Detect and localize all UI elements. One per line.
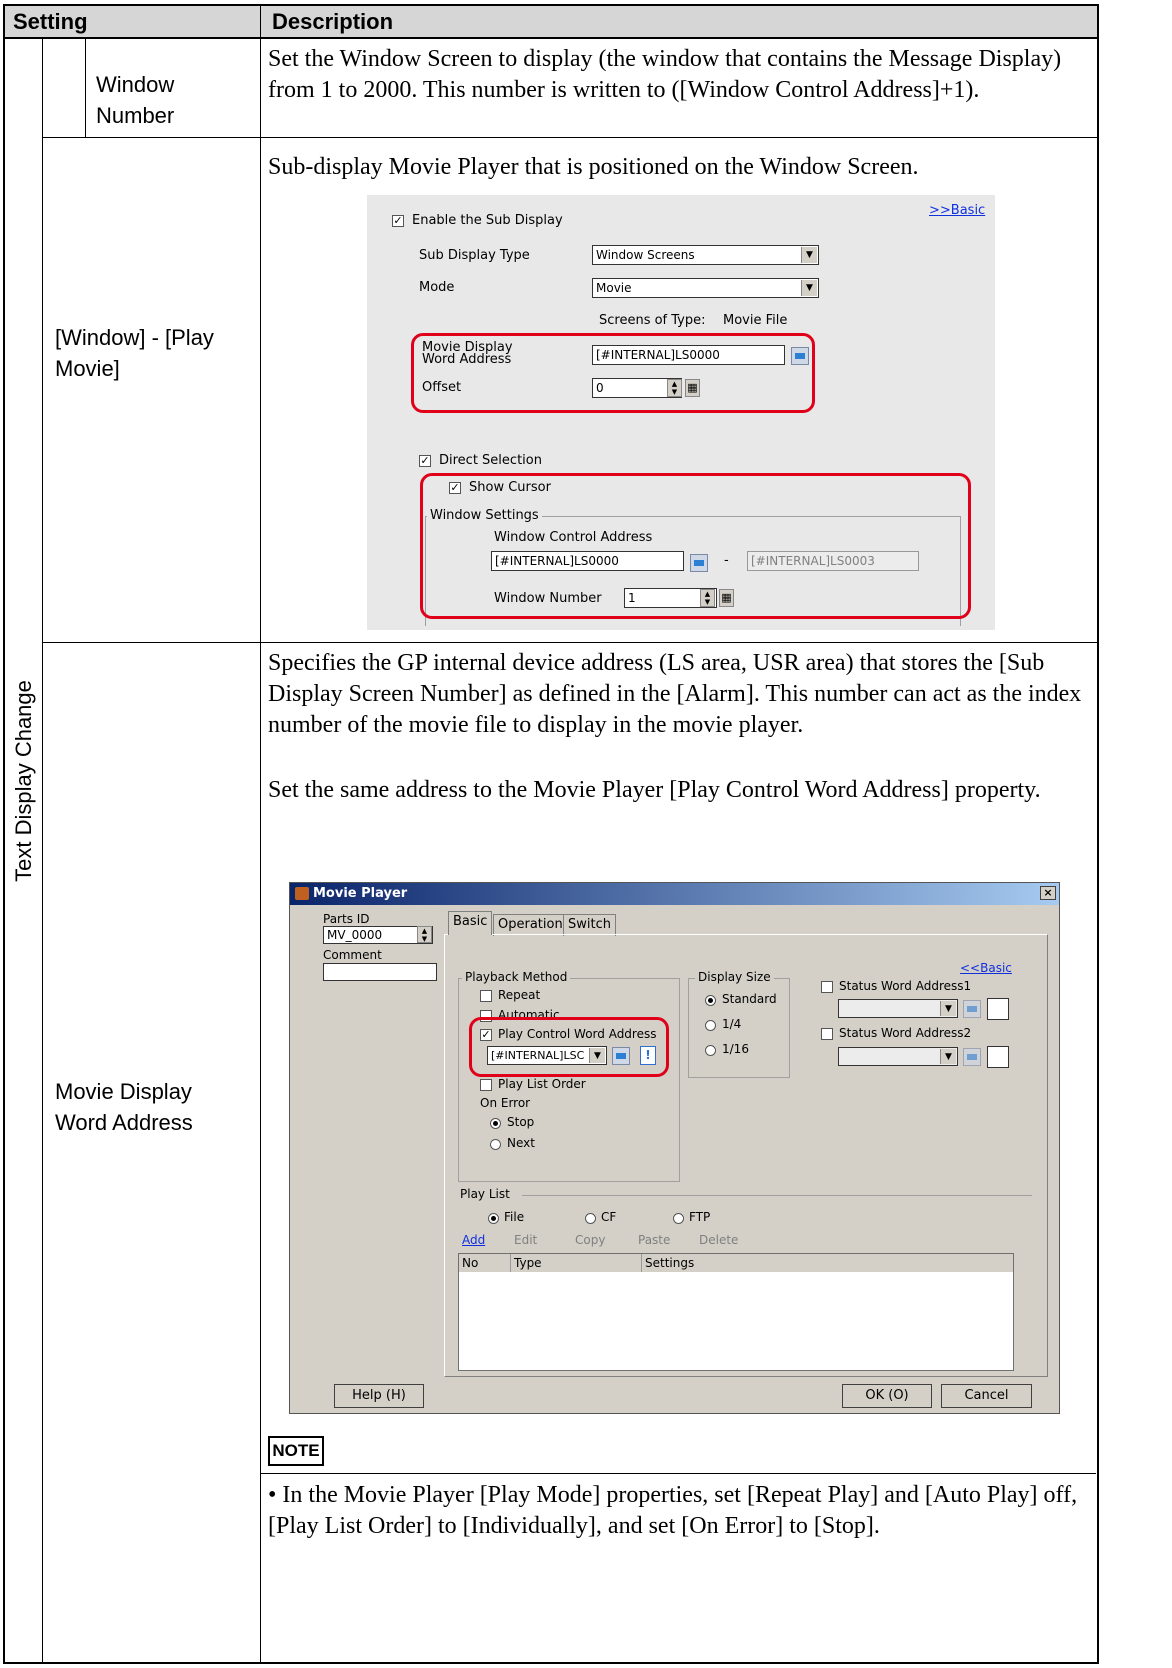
row-label-play-movie: [Window] - [Play Movie] (55, 325, 214, 381)
highlight-box (469, 1017, 669, 1077)
table-header: Setting Description (5, 6, 1097, 39)
basic-link[interactable]: >>Basic (929, 203, 985, 218)
cf-label: CF (601, 1210, 617, 1224)
next-radio[interactable] (490, 1139, 501, 1150)
enable-sub-display-checkbox[interactable]: ✓ (392, 215, 404, 227)
chevron-down-icon: ▼ (801, 247, 817, 263)
dialog-titlebar: Movie Player × (290, 883, 1059, 905)
status-1-color-swatch[interactable] (987, 998, 1009, 1020)
divider (522, 1195, 1032, 1196)
ok-button[interactable]: OK (O) (842, 1384, 932, 1408)
sixteenth-radio[interactable] (705, 1045, 716, 1056)
sub-display-settings-screenshot: >>Basic ✓ Enable the Sub Display Sub Dis… (367, 195, 995, 630)
spinner-icon[interactable]: ▲ ▼ (417, 926, 432, 943)
ftp-radio[interactable] (673, 1213, 684, 1224)
quarter-radio[interactable] (705, 1020, 716, 1031)
standard-radio[interactable] (705, 995, 716, 1006)
movie-player-dialog: Movie Player × Parts ID MV_0000 ▲ ▼ Comme… (289, 882, 1060, 1414)
category-label: Text Display Change (11, 680, 36, 882)
column-header-settings[interactable]: Settings (642, 1254, 1013, 1272)
column-divider (260, 6, 261, 1662)
status-word-1-label: Status Word Address1 (839, 979, 972, 993)
chevron-down-icon: ▼ (801, 280, 817, 296)
header-setting: Setting (13, 9, 88, 34)
mode-label: Mode (419, 280, 455, 295)
parts-id-label: Parts ID (323, 912, 370, 926)
row-label-movie-display-word: Movie Display Word Address (55, 1079, 193, 1135)
row-desc-movie-display-word-2: Set the same address to the Movie Player… (268, 777, 1041, 803)
row-divider (42, 642, 1097, 643)
screens-of-type-value: Movie File (723, 313, 788, 328)
display-size-label: Display Size (695, 970, 774, 984)
standard-label: Standard (722, 992, 777, 1006)
row-desc-play-movie: Sub-display Movie Player that is positio… (268, 154, 919, 180)
play-list-order-checkbox[interactable] (480, 1079, 492, 1091)
sixteenth-label: 1/16 (722, 1042, 749, 1056)
tab-basic[interactable]: Basic (448, 911, 493, 935)
file-radio[interactable] (488, 1213, 499, 1224)
dialog-title: Movie Player (313, 886, 408, 901)
note-label: NOTE (268, 1436, 324, 1466)
note-text: • In the Movie Player [Play Mode] proper… (268, 1482, 1078, 1539)
status-word-2-select[interactable]: ▼ (838, 1047, 958, 1066)
next-label: Next (507, 1136, 535, 1150)
row-label-window-number: Window Number (96, 72, 175, 128)
play-list-label: Play List (460, 1187, 510, 1201)
file-label: File (504, 1210, 525, 1224)
status-word-1-checkbox[interactable] (821, 981, 833, 993)
sub-display-type-select[interactable]: Window Screens ▼ (592, 245, 819, 265)
status-word-1-select[interactable]: ▼ (838, 999, 958, 1018)
copy-link[interactable]: Copy (575, 1233, 605, 1247)
row-desc-window-number: Set the Window Screen to display (the wi… (268, 46, 1062, 103)
play-list-order-label: Play List Order (498, 1077, 586, 1091)
basic-link[interactable]: <<Basic (960, 961, 1012, 975)
subcategory-divider (85, 37, 86, 137)
repeat-checkbox[interactable] (480, 990, 492, 1002)
stop-label: Stop (507, 1115, 535, 1129)
repeat-label: Repeat (498, 988, 541, 1002)
tab-switch[interactable]: Switch (563, 914, 616, 936)
cf-radio[interactable] (585, 1213, 596, 1224)
highlight-box (420, 473, 971, 619)
column-header-type[interactable]: Type (511, 1254, 642, 1272)
edit-link[interactable]: Edit (514, 1233, 537, 1247)
delete-link[interactable]: Delete (699, 1233, 738, 1247)
status-word-2-label: Status Word Address2 (839, 1026, 972, 1040)
category-divider (42, 37, 43, 1662)
comment-label: Comment (323, 948, 382, 962)
playback-method-label: Playback Method (462, 970, 571, 984)
row-divider (42, 137, 1097, 138)
cancel-button[interactable]: Cancel (941, 1384, 1032, 1408)
direct-selection-checkbox[interactable]: ✓ (419, 455, 431, 467)
sub-display-type-label: Sub Display Type (419, 248, 530, 263)
ftp-label: FTP (689, 1210, 711, 1224)
row-desc-movie-display-word: Specifies the GP internal device address… (268, 650, 1082, 738)
stop-radio[interactable] (490, 1118, 501, 1129)
highlight-box (411, 333, 815, 413)
address-picker-icon[interactable] (963, 1048, 981, 1066)
direct-selection-label: Direct Selection (439, 453, 542, 468)
quarter-label: 1/4 (722, 1017, 742, 1031)
status-word-2-checkbox[interactable] (821, 1028, 833, 1040)
screens-of-type-label: Screens of Type: (599, 313, 706, 328)
address-picker-icon[interactable] (963, 1000, 981, 1018)
play-list-table[interactable]: No Type Settings (458, 1253, 1014, 1371)
mode-select[interactable]: Movie ▼ (592, 278, 819, 298)
paste-link[interactable]: Paste (638, 1233, 670, 1247)
movie-player-icon (295, 887, 309, 900)
chevron-down-icon: ▼ (940, 1001, 956, 1016)
close-button[interactable]: × (1040, 886, 1056, 900)
comment-input[interactable] (323, 963, 437, 981)
status-2-color-swatch[interactable] (987, 1046, 1009, 1068)
on-error-label: On Error (480, 1096, 531, 1110)
enable-sub-display-label: Enable the Sub Display (412, 213, 563, 228)
note-divider (260, 1473, 1096, 1474)
add-link[interactable]: Add (462, 1233, 485, 1247)
header-description: Description (272, 9, 394, 34)
chevron-down-icon: ▼ (940, 1049, 956, 1064)
tab-operation[interactable]: Operation (493, 914, 568, 936)
help-button[interactable]: Help (H) (334, 1384, 424, 1408)
column-header-no[interactable]: No (459, 1254, 511, 1272)
